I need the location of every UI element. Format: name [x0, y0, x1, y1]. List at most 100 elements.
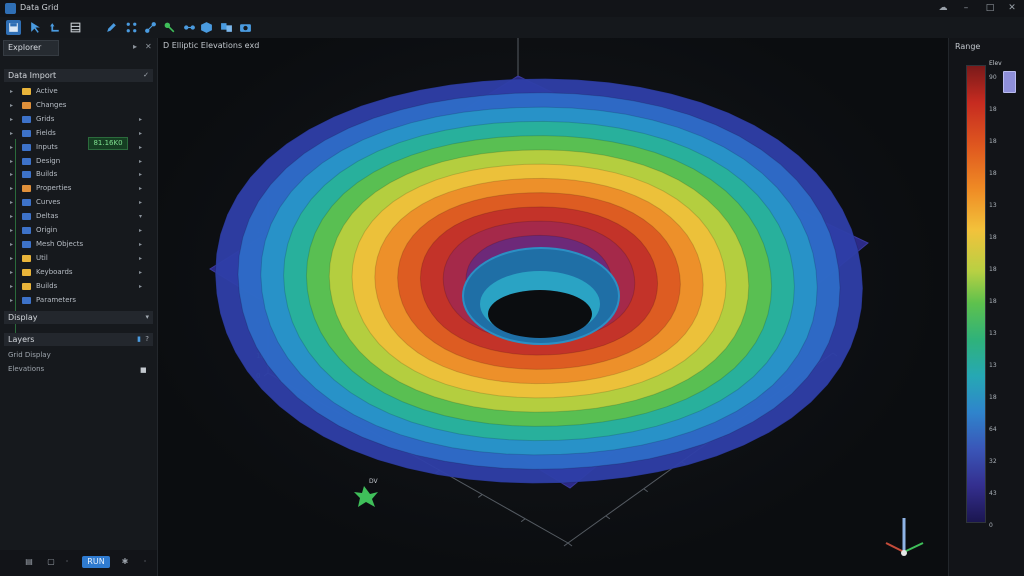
- viewport-3d[interactable]: D Elliptic Elevations exd 100100DV: [158, 38, 948, 576]
- section-data-import[interactable]: Data Import ✓: [4, 69, 153, 82]
- arrow-icon: ▸: [138, 240, 142, 248]
- panel-close-icon[interactable]: ✕: [145, 42, 152, 51]
- expand-icon[interactable]: ▸: [10, 182, 18, 195]
- chevron-down-icon: ▾: [145, 313, 149, 321]
- colorbar-toggle-button[interactable]: [1003, 71, 1016, 93]
- list-icon[interactable]: ▤: [22, 556, 36, 568]
- undo-icon[interactable]: [48, 20, 63, 35]
- arrow-icon: ▸: [138, 254, 142, 262]
- tree-item[interactable]: ▸ Builds ▸: [10, 280, 148, 293]
- arrow-icon: ▸: [138, 185, 142, 193]
- expand-icon[interactable]: ▸: [10, 294, 18, 307]
- section-title: Data Import: [8, 71, 57, 80]
- arrow-icon: ▸: [138, 227, 142, 234]
- expand-icon[interactable]: ▸: [10, 224, 18, 237]
- colorbar-tick-label: 18: [989, 298, 997, 305]
- colorbar-tick-label: 13: [989, 362, 997, 369]
- expand-icon[interactable]: ▸: [10, 196, 18, 209]
- left-panel: Explorer ▸ ✕ Data Import ✓ ▸ Active ▸ Chang…: [0, 38, 158, 576]
- expand-icon[interactable]: ▸: [10, 155, 18, 168]
- minimize-button[interactable]: –: [959, 2, 973, 15]
- axis-tick: [520, 518, 526, 523]
- cloud-icon[interactable]: ☁: [936, 2, 950, 15]
- tree-item[interactable]: ▸ Design ▸: [10, 155, 148, 168]
- prop-elevations[interactable]: Elevations: [8, 365, 44, 373]
- arrow-icon: ▸: [138, 115, 142, 123]
- node-icon[interactable]: [162, 20, 177, 35]
- expand-icon[interactable]: ▸: [10, 99, 18, 112]
- expand-icon[interactable]: ▸: [10, 280, 18, 293]
- arrow-icon: ▸: [138, 157, 142, 165]
- pin-icon[interactable]: ▸: [133, 42, 137, 51]
- pen-icon[interactable]: [104, 20, 119, 35]
- checkbox-icon[interactable]: ■: [140, 366, 147, 374]
- tree-item-label: Design: [36, 156, 61, 165]
- tree-item[interactable]: ▸ Active: [10, 85, 148, 98]
- section-layers[interactable]: Layers ▮ ?: [4, 333, 153, 346]
- run-button[interactable]: RUN: [82, 556, 110, 568]
- tree-item-label: Builds: [36, 170, 58, 179]
- magic-icon[interactable]: [143, 20, 158, 35]
- file-icon[interactable]: ▢: [44, 556, 58, 568]
- tab-explorer[interactable]: Explorer: [3, 40, 59, 56]
- expand-icon[interactable]: ▸: [10, 266, 18, 279]
- tree-item[interactable]: ▸ Origin ▸: [10, 224, 148, 237]
- folder-icon: [22, 254, 31, 262]
- folder-icon: [22, 199, 31, 207]
- folder-icon: [22, 129, 31, 137]
- tree-item-label: Util: [36, 253, 48, 262]
- section-title: Layers: [8, 335, 35, 344]
- tree-item[interactable]: ▸ Curves ▸: [10, 196, 148, 209]
- tree-item-label: Properties: [36, 184, 72, 193]
- colorbar-tick-label: 18: [989, 234, 997, 241]
- tree-item[interactable]: ▸ Deltas ▾: [10, 210, 148, 223]
- tree-item[interactable]: ▸ Builds ▸: [10, 168, 148, 181]
- folder-icon: [22, 268, 31, 276]
- maximize-button[interactable]: □: [983, 2, 997, 15]
- camera-icon[interactable]: [238, 20, 253, 35]
- folder-icon: [22, 143, 31, 151]
- layers-icon[interactable]: [68, 20, 83, 35]
- surface-plot[interactable]: 100100DV: [158, 38, 948, 576]
- tree-item[interactable]: ▸ Grids ▸: [10, 113, 148, 126]
- tree-item[interactable]: ▸ Mesh Objects ▸: [10, 238, 148, 251]
- cube-icon[interactable]: [199, 20, 214, 35]
- gear-icon[interactable]: ✱: [118, 556, 132, 568]
- tree-item-label: Active: [36, 87, 58, 95]
- close-button[interactable]: ✕: [1005, 2, 1019, 15]
- expand-icon[interactable]: ▸: [10, 113, 18, 126]
- lock-icon: ▮: [137, 335, 141, 343]
- expand-icon[interactable]: ▸: [10, 238, 18, 251]
- tree-item[interactable]: ▸ Keyboards ▸: [10, 266, 148, 279]
- expand-icon[interactable]: ▸: [10, 141, 18, 154]
- tree-item[interactable]: ▸ Changes: [10, 99, 148, 112]
- grid-icon[interactable]: [124, 20, 139, 35]
- colorbar-tick-label: 18: [989, 106, 997, 113]
- colorbar-tick-label: 90: [989, 74, 997, 81]
- compare-icon[interactable]: [219, 20, 234, 35]
- folder-icon: [22, 185, 31, 193]
- colorbar-tick-label: 18: [989, 170, 997, 177]
- tree-item[interactable]: ▸ Properties ▸: [10, 182, 148, 195]
- gizmo-axis-x: [885, 542, 905, 553]
- cursor-icon[interactable]: [28, 20, 43, 35]
- app-logo-icon: [5, 3, 16, 14]
- legend-title: Range: [955, 42, 981, 51]
- section-display[interactable]: Display ▾: [4, 311, 153, 324]
- arrow-icon: ▾: [138, 213, 142, 221]
- prop-grid-display[interactable]: Grid Display: [8, 351, 51, 359]
- expand-icon[interactable]: ▸: [10, 85, 18, 98]
- inner-hole: [488, 290, 592, 338]
- tree-item-label: Grids: [36, 114, 55, 123]
- tree-item[interactable]: ▸ Parameters: [10, 294, 148, 307]
- expand-icon[interactable]: ▸: [10, 210, 18, 223]
- expand-icon[interactable]: ▸: [10, 252, 18, 265]
- tree-item[interactable]: ▸ Util ▸: [10, 252, 148, 265]
- arrow-icon: ▸: [138, 129, 142, 137]
- expand-icon[interactable]: ▸: [10, 127, 18, 140]
- expand-icon[interactable]: ▸: [10, 168, 18, 181]
- axis-tick: [605, 515, 611, 520]
- link-icon[interactable]: [182, 20, 197, 35]
- save-icon[interactable]: [6, 20, 21, 35]
- folder-icon: [22, 213, 31, 221]
